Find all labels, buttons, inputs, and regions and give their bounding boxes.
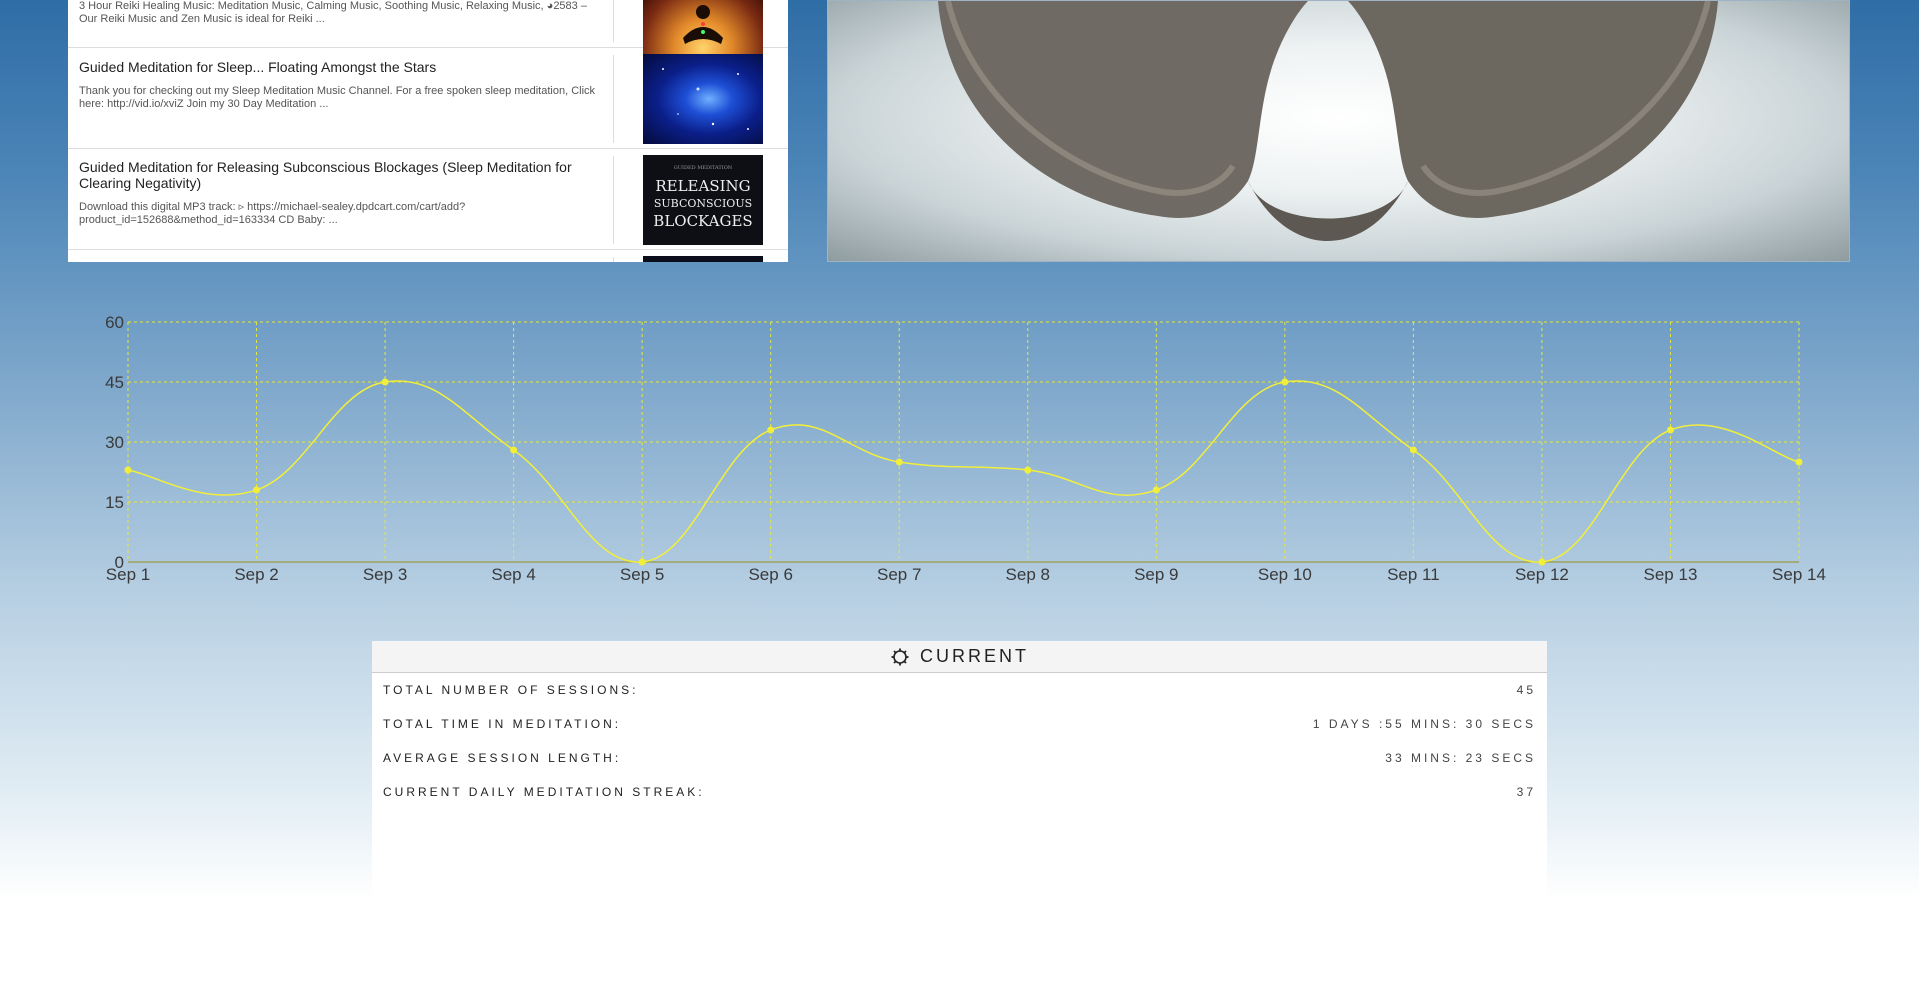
data-point: [1281, 378, 1289, 386]
y-tick-label: 45: [105, 373, 124, 392]
thumbnail-text: GUIDED MEDITATION: [673, 165, 733, 171]
data-point: [1409, 446, 1417, 454]
stat-value: 45: [1516, 683, 1536, 697]
x-tick-label: Sep 6: [748, 565, 792, 584]
x-tick-label: Sep 9: [1134, 565, 1178, 584]
y-tick-label: 15: [105, 493, 124, 512]
x-tick-label: Sep 5: [620, 565, 664, 584]
data-point: [381, 378, 389, 386]
data-point: [895, 458, 903, 466]
x-tick-label: Sep 10: [1258, 565, 1312, 584]
divider: [613, 156, 614, 244]
stat-label: CURRENT DAILY MEDITATION STREAK:: [383, 785, 705, 799]
stat-label: AVERAGE SESSION LENGTH:: [383, 751, 622, 765]
data-point: [638, 558, 646, 566]
sessions-chart: 0 15 30 45 60 Sep 1 Sep 2 Sep 3 Sep 4 Sep 5 Sep 6S…: [0, 300, 1919, 600]
video-title[interactable]: Guided Meditation for Releasing Subconsc…: [79, 159, 599, 191]
gear-icon: [890, 647, 910, 667]
video-description: 3 Hour Reiki Healing Music: Meditation M…: [79, 0, 587, 25]
x-tick-label: Sep 4: [491, 565, 535, 584]
data-point: [1795, 458, 1803, 466]
starry-galaxy-image[interactable]: [643, 54, 763, 144]
chart-svg: 015304560Sep 1 Sep 2 Sep 3 Sep 4 Sep 5 Sep 6S…: [105, 313, 1826, 584]
stat-row-average-length: AVERAGE SESSION LENGTH: 33 MINS: 23 SECS: [372, 741, 1547, 775]
divider: [613, 0, 614, 42]
x-tick-label: Sep 7: [877, 565, 921, 584]
video-text: 3 Hour Reiki Healing Music: Meditation M…: [79, 0, 599, 26]
video-item[interactable]: [68, 251, 788, 262]
thumbnail-text: BLOCKAGES: [653, 212, 753, 230]
video-description: Thank you for checking out my Sleep Medi…: [79, 85, 596, 110]
data-point: [1666, 426, 1674, 434]
x-tick-label: Sep 1: [106, 565, 150, 584]
data-point: [1152, 486, 1160, 494]
video-description: Download this digital MP3 track: ▹ https…: [79, 201, 466, 226]
y-tick-label: 30: [105, 433, 124, 452]
stat-row-streak: CURRENT DAILY MEDITATION STREAK: 37: [372, 775, 1547, 809]
data-point: [1538, 558, 1546, 566]
x-tick-label: Sep 12: [1515, 565, 1569, 584]
stat-row-total-time: TOTAL TIME IN MEDITATION: 1 DAYS :55 MIN…: [372, 707, 1547, 741]
releasing-blockages-image[interactable]: GUIDED MEDITATION RELEASING SUBCONSCIOUS…: [643, 155, 763, 245]
video-text: Guided Meditation for Releasing Subconsc…: [79, 159, 599, 227]
thumbnail-text: SUBCONSCIOUS: [653, 197, 753, 210]
x-tick-label: Sep 2: [234, 565, 278, 584]
stat-label: TOTAL NUMBER OF SESSIONS:: [383, 683, 639, 697]
series-line: [127, 380, 1800, 563]
stats-header: CURRENT: [372, 641, 1547, 673]
stat-value: 37: [1516, 785, 1536, 799]
stat-value: 33 MINS: 23 SECS: [1385, 751, 1536, 765]
divider: [613, 257, 614, 262]
video-thumbnail[interactable]: [643, 256, 763, 262]
x-tick-label: Sep 8: [1006, 565, 1050, 584]
x-tick-label: Sep 11: [1387, 565, 1440, 584]
video-item[interactable]: Guided Meditation for Sleep... Floating …: [68, 49, 788, 149]
video-item[interactable]: Guided Meditation for Releasing Subconsc…: [68, 150, 788, 250]
data-point: [1024, 466, 1032, 474]
video-item[interactable]: 3 Hour Reiki Healing Music: Meditation M…: [68, 0, 788, 84]
stat-row-sessions: TOTAL NUMBER OF SESSIONS: 45: [372, 673, 1547, 707]
data-point: [767, 426, 775, 434]
cupped-hands-photo: [827, 0, 1850, 262]
video-title[interactable]: Guided Meditation for Sleep... Floating …: [79, 59, 599, 75]
data-point: [510, 446, 518, 454]
video-text: Guided Meditation for Sleep... Floating …: [79, 59, 599, 111]
video-list: 3 Hour Reiki Healing Music: Meditation M…: [68, 0, 788, 262]
data-point: [253, 486, 261, 494]
divider: [613, 55, 614, 143]
thumbnail-text: RELEASING: [655, 177, 751, 195]
stat-value: 1 DAYS :55 MINS: 30 SECS: [1312, 717, 1536, 731]
stats-title: CURRENT: [920, 646, 1029, 666]
x-tick-label: Sep 14: [1772, 565, 1826, 584]
y-tick-label: 60: [105, 313, 124, 332]
x-tick-label: Sep 3: [363, 565, 407, 584]
stat-label: TOTAL TIME IN MEDITATION:: [383, 717, 622, 731]
data-point: [124, 466, 132, 474]
x-tick-label: Sep 13: [1644, 565, 1698, 584]
stats-panel: CURRENT TOTAL NUMBER OF SESSIONS: 45 TOT…: [372, 641, 1547, 901]
